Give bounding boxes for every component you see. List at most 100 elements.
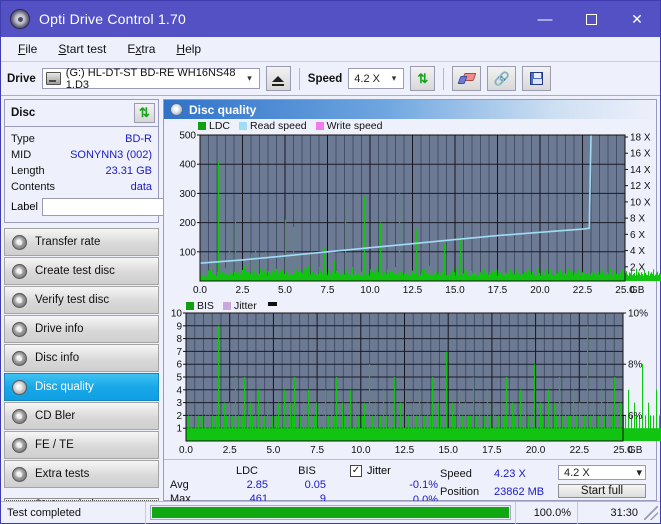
svg-text:0.0: 0.0 [193, 285, 207, 296]
disc-icon [12, 466, 27, 482]
svg-text:12 X: 12 X [630, 181, 651, 192]
stats-avg-bis: 0.05 [304, 479, 326, 491]
svg-text:10%: 10% [628, 309, 648, 320]
svg-text:12.5: 12.5 [403, 285, 423, 296]
legend-swatch-icon [315, 122, 324, 130]
disc-info-rows: Type BD-R MID SONYNN3 (002) Length 23.31… [5, 127, 244, 222]
bis-chart-legend: BIS Jitter [186, 300, 277, 312]
disc-icon [12, 321, 27, 337]
chevron-down-icon: ▾ [247, 73, 252, 83]
svg-text:12.5: 12.5 [395, 445, 415, 456]
sidebar-item-label: Transfer rate [35, 236, 101, 248]
svg-text:20.0: 20.0 [526, 445, 546, 456]
sidebar-item-verify-test-disc[interactable]: Verify test disc [4, 286, 159, 314]
svg-text:300: 300 [179, 189, 196, 200]
sidebar-item-label: Extra tests [35, 468, 90, 480]
jitter-checkbox[interactable]: ✓ [350, 465, 362, 477]
disc-icon [12, 350, 27, 366]
svg-text:2: 2 [176, 411, 182, 422]
disc-icon [12, 292, 27, 308]
svg-text:6: 6 [176, 360, 182, 371]
drive-select[interactable]: (G:) HL-DT-ST BD-RE WH16NS48 1.D3 ▾ [41, 67, 260, 91]
menu-item-file[interactable]: FFileile [9, 39, 46, 59]
maximize-icon [585, 13, 597, 25]
menu-bar: FFileile Start test Extra Help [1, 37, 660, 62]
svg-text:7: 7 [176, 347, 182, 358]
svg-text:7.5: 7.5 [321, 285, 335, 296]
sidebar-item-create-test-disc[interactable]: Create test disc [4, 257, 159, 285]
close-button[interactable]: ✕ [614, 1, 660, 37]
disc-refresh-button[interactable]: ⇅ [134, 103, 155, 123]
legend-item-read-speed: Read speed [239, 120, 307, 132]
speed-column: Speed 4.23 X Position 23862 MB Samples 3… [440, 465, 558, 516]
eject-button[interactable] [265, 66, 291, 91]
svg-text:0.0: 0.0 [179, 445, 193, 456]
sidebar-item-cd-bler[interactable]: CD Bler [4, 402, 159, 430]
sidebar-item-transfer-rate[interactable]: Transfer rate [4, 228, 159, 256]
sidebar-item-label: FE / TE [35, 439, 74, 451]
menu-item-start-test[interactable]: Start test [49, 39, 115, 59]
legend-label: Read speed [250, 120, 307, 132]
optical-drive-icon [45, 72, 61, 85]
resize-grip[interactable] [644, 505, 658, 520]
disc-row-key: Length [11, 165, 45, 177]
position-row: Position 23862 MB [440, 482, 558, 501]
sidebar-item-disc-info[interactable]: Disc info [4, 344, 159, 372]
sidebar-item-label: CD Bler [35, 410, 76, 422]
jitter-label: Jitter [367, 465, 391, 477]
stats-avg-ldc: 2.85 [246, 479, 268, 491]
disc-info-header: Disc ⇅ [5, 100, 158, 127]
disc-icon [170, 103, 183, 116]
sidebar-item-fe-te[interactable]: FE / TE [4, 431, 159, 459]
sidebar-item-label: Drive info [35, 323, 84, 335]
erase-button[interactable] [452, 66, 482, 91]
main-body: Disc ⇅ Type BD-R MID SONYNN3 (002) Lengt… [1, 96, 661, 524]
svg-text:10.0: 10.0 [360, 285, 380, 296]
link-button[interactable]: 🔗 [487, 66, 517, 91]
sidebar-item-extra-tests[interactable]: Extra tests [4, 460, 159, 488]
speed-select[interactable]: 4.2 X ▾ [348, 68, 405, 89]
svg-text:GB: GB [628, 445, 643, 456]
bis-chart-canvas: 1098765432110%8%6%4%2%0.02.55.07.510.012… [171, 309, 661, 524]
svg-text:18 X: 18 X [630, 133, 651, 144]
disc-row-value: SONYNN3 (002) [70, 149, 152, 161]
disc-row-contents: Contents data [11, 179, 152, 195]
sidebar-item-disc-quality[interactable]: Disc quality [4, 373, 159, 401]
svg-text:100: 100 [179, 247, 196, 258]
menu-item-help[interactable]: Help [167, 39, 210, 59]
stats-corner [170, 465, 216, 477]
save-button[interactable] [522, 66, 552, 91]
menu-item-extra[interactable]: Extra [118, 39, 164, 59]
disc-icon [12, 437, 27, 453]
toolbar-divider-2 [443, 67, 445, 90]
svg-text:GB: GB [630, 285, 645, 296]
disc-row-key: Contents [11, 181, 56, 193]
disc-icon [12, 379, 27, 395]
minimize-button[interactable]: — [522, 1, 568, 37]
speed-select-value: 4.2 X [354, 72, 380, 85]
drive-label: Drive [7, 72, 36, 85]
status-bar: Test completed 100.0% 31:30 [1, 501, 660, 524]
disc-row-key: MID [11, 149, 32, 161]
disc-row-key: Type [11, 133, 35, 145]
app-window: Opti Drive Control 1.70 — ✕ FFileile Sta… [0, 0, 661, 524]
test-speed-select[interactable]: 4.2 X ▾ [558, 465, 646, 480]
sidebar-item-drive-info[interactable]: Drive info [4, 315, 159, 343]
scale-marker-icon [267, 302, 277, 306]
disc-label-row: Label [11, 197, 244, 217]
svg-text:3: 3 [176, 398, 182, 409]
test-speed-value: 4.2 X [564, 466, 590, 479]
speed-result-value: 4.23 X [494, 467, 526, 480]
start-full-button[interactable]: Start full [558, 484, 646, 498]
maximize-button[interactable] [568, 1, 614, 37]
stats-table: LDC BIS Avg 2.85 0.05 Max 461 9 Total 10… [170, 465, 348, 519]
statistics-panel: LDC BIS Avg 2.85 0.05 Max 461 9 Total 10… [164, 459, 656, 519]
refresh-button[interactable]: ⇅ [410, 66, 436, 91]
svg-text:6%: 6% [628, 411, 643, 422]
disc-info-box: Disc ⇅ Type BD-R MID SONYNN3 (002) Lengt… [4, 99, 244, 223]
disc-row-value: 23.31 GB [105, 165, 152, 177]
disc-row-length: Length 23.31 GB [11, 163, 152, 179]
svg-text:8 X: 8 X [630, 214, 645, 225]
jitter-column: ✓ Jitter -0.1% 0.0% [348, 465, 440, 506]
